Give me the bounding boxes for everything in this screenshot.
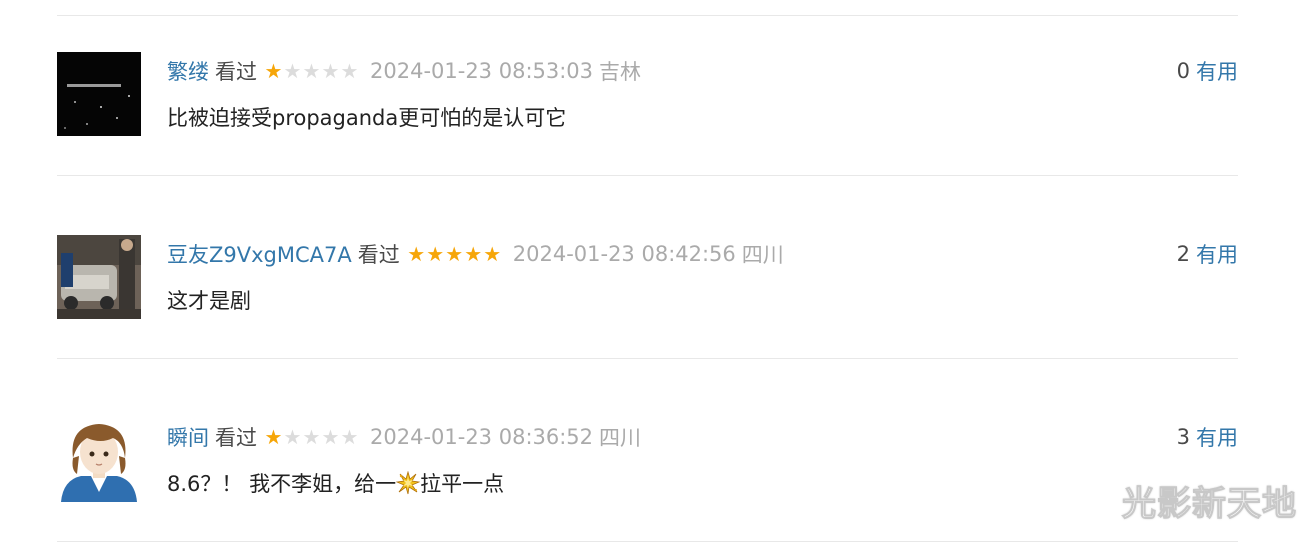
star-icon: ★	[321, 425, 340, 449]
comment-item: 豆友Z9VxgMCA7A 看过 ★ ★ ★ ★ ★ 2024-01-23 08:…	[57, 235, 1238, 325]
watch-status: 看过	[215, 426, 257, 450]
comment-time: 2024-01-23 08:36:52	[370, 425, 594, 449]
star-icon: ★	[302, 425, 321, 449]
comment-item: 繁缕 看过 ★ ★ ★ ★ ★ 2024-01-23 08:53:03 吉林 0…	[57, 52, 1238, 142]
watch-status: 看过	[357, 243, 400, 267]
comment-location: 吉林	[599, 60, 642, 84]
useful-button[interactable]: 有用	[1196, 422, 1238, 452]
star-icon: ★	[283, 59, 302, 83]
username-link[interactable]: 豆友Z9VxgMCA7A	[167, 239, 352, 269]
comment-text: 比被迫接受propaganda更可怕的是认可它	[167, 106, 567, 130]
useful-button[interactable]: 有用	[1196, 239, 1238, 269]
vote-count: 0	[1176, 59, 1190, 83]
rating-stars: ★ ★ ★ ★ ★	[406, 244, 501, 264]
useful-button[interactable]: 有用	[1196, 56, 1238, 86]
star-icon: ★	[426, 242, 444, 266]
vote-count: 2	[1176, 242, 1190, 266]
star-icon: ★	[483, 242, 501, 266]
divider-top	[57, 15, 1238, 16]
vote-count: 3	[1176, 425, 1190, 449]
avatar-image	[57, 52, 141, 136]
vote: 3 有用	[1177, 422, 1238, 452]
username-link[interactable]: 繁缕	[167, 56, 209, 86]
star-icon: ★	[445, 242, 463, 266]
watch-status: 看过	[215, 60, 257, 84]
rating-stars: ★ ★ ★ ★ ★	[263, 425, 359, 449]
divider-1	[57, 175, 1238, 176]
comment-meta: 繁缕 看过 ★ ★ ★ ★ ★ 2024-01-23 08:53:03 吉林	[167, 56, 641, 86]
comment-text-part: 8.6？！ 我不李姐，给一	[167, 472, 397, 496]
star-icon: ★	[340, 425, 359, 449]
vote: 0 有用	[1177, 56, 1238, 86]
divider-2	[57, 358, 1238, 359]
rating-stars: ★ ★ ★ ★ ★	[263, 59, 359, 83]
comment-item: 瞬间 看过 ★ ★ ★ ★ ★ 2024-01-23 08:36:52 四川 3…	[57, 418, 1238, 508]
comment-meta: 豆友Z9VxgMCA7A 看过 ★ ★ ★ ★ ★ 2024-01-23 08:…	[167, 239, 784, 269]
star-icon: ★	[407, 242, 425, 266]
avatar[interactable]	[57, 418, 141, 502]
comment-time: 2024-01-23 08:53:03	[370, 59, 594, 83]
comment-location: 四川	[741, 243, 784, 267]
username-link[interactable]: 瞬间	[167, 422, 209, 452]
explosion-emoji-icon	[396, 471, 421, 495]
divider-bottom	[57, 541, 1238, 542]
star-icon: ★	[302, 59, 321, 83]
comment-text: 8.6？！ 我不李姐，给一 拉平一点	[167, 468, 504, 498]
comment-location: 四川	[599, 426, 642, 450]
comment-text-part: 拉平一点	[420, 472, 505, 496]
avatar[interactable]	[57, 52, 141, 136]
star-icon: ★	[264, 59, 283, 83]
vote: 2 有用	[1177, 239, 1238, 269]
star-icon: ★	[340, 59, 359, 83]
comment-meta: 瞬间 看过 ★ ★ ★ ★ ★ 2024-01-23 08:36:52 四川	[167, 422, 641, 452]
watermark: 光影新天地	[1122, 484, 1297, 525]
star-icon: ★	[283, 425, 302, 449]
star-icon: ★	[321, 59, 340, 83]
comment-text: 这才是剧	[167, 289, 251, 313]
comment-time: 2024-01-23 08:42:56	[512, 242, 736, 266]
star-icon: ★	[464, 242, 482, 266]
avatar-image	[57, 235, 141, 319]
avatar-image	[57, 418, 141, 502]
avatar[interactable]	[57, 235, 141, 319]
star-icon: ★	[264, 425, 283, 449]
